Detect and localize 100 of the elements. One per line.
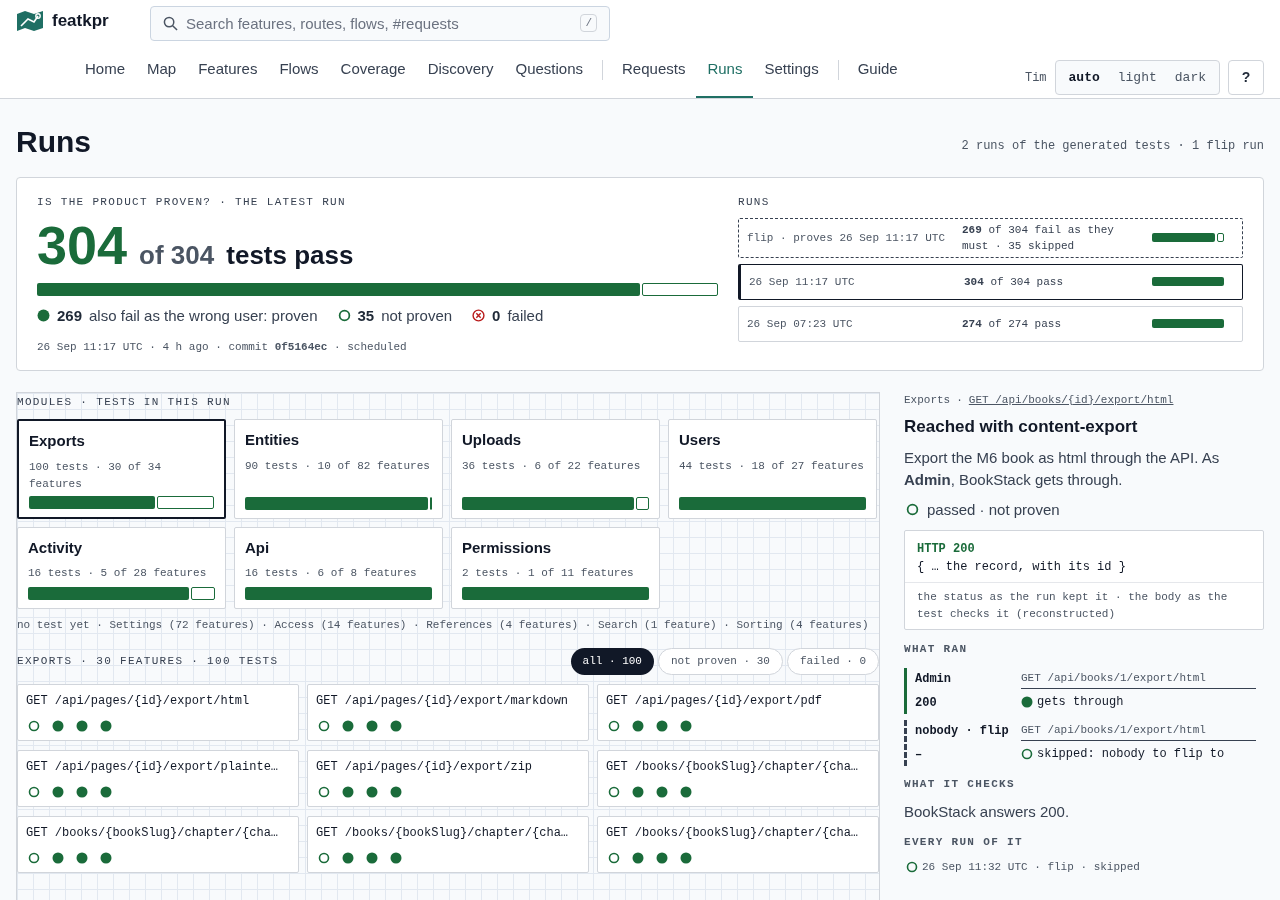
feature-card[interactable]: GET /api/pages/{id}/export/zip <box>307 749 589 807</box>
detail-description: Export the M6 book as html through the API. As Admin, BookStack gets through. <box>904 447 1221 490</box>
module-meta: 16 tests · 6 of 8 features <box>245 566 418 581</box>
feature-route: GET /api/pages/{id}/export/html <box>26 692 251 710</box>
run-result: 269 of 304 fail as they must · 35 skipped <box>962 222 1115 254</box>
section-heading: EVERY RUN OF IT <box>904 834 1024 850</box>
shortcut-key: / <box>580 13 597 33</box>
nav-tab[interactable]: Flows <box>268 42 330 98</box>
nav-tab[interactable]: Coverage <box>329 42 417 98</box>
stat-label: not proven <box>381 305 453 326</box>
stat-label: failed <box>507 305 544 326</box>
total-count: of 304 <box>139 238 215 272</box>
feature-route: GET /api/pages/{id}/export/plainte… <box>26 758 280 776</box>
module-name: Uploads <box>462 430 523 450</box>
search-input[interactable]: Search features, routes, flows, #requests <box>186 6 573 40</box>
feature-card[interactable]: GET /books/{bookSlug}/chapter/{cha… <box>307 815 589 873</box>
nav-tab[interactable]: Map <box>136 42 188 98</box>
nav-tab[interactable]: Runs <box>696 42 754 98</box>
run-row[interactable]: 26 Sep 11:17 UTC 304 of 304 pass <box>738 263 1243 300</box>
stat-count: 35 <box>357 305 375 326</box>
feature-route: GET /api/pages/{id}/export/markdown <box>316 692 570 710</box>
filter-chip[interactable]: all · 100 <box>570 647 654 675</box>
run-user: Admin <box>915 670 952 688</box>
section-heading: MODULES · TESTS IN THIS RUN <box>17 394 232 410</box>
module-meta: 36 tests · 6 of 22 features <box>462 458 642 474</box>
breadcrumb-module[interactable]: Exports <box>904 391 951 408</box>
run-outcome: gets through <box>1037 694 1124 711</box>
theme-option[interactable]: light <box>1108 61 1166 94</box>
request-line: GET /api/books/1/export/html <box>1021 721 1256 741</box>
theme-option[interactable]: dark <box>1165 61 1215 94</box>
theme-option[interactable]: auto <box>1059 61 1109 94</box>
module-meta: 100 tests · 30 of 34 features <box>29 459 163 492</box>
run-user: nobody · flip <box>915 722 1010 740</box>
run-meta: 26 Sep 11:17 UTC · 4 h ago · commit 0f5164ec · scheduled <box>37 340 408 355</box>
module-card[interactable]: Api 16 tests · 6 of 8 features <box>234 526 443 609</box>
feature-route: GET /api/pages/{id}/export/pdf <box>606 692 824 710</box>
detail-title: Reached with content-export <box>904 416 1139 438</box>
feature-card[interactable]: GET /api/pages/{id}/export/html <box>17 683 299 741</box>
progress-bar <box>1152 277 1224 286</box>
pass-label: tests pass <box>226 238 354 272</box>
section-heading: WHAT RAN <box>904 642 969 657</box>
check-description: BookStack answers 200. <box>904 802 1071 822</box>
module-name: Exports <box>29 431 86 451</box>
response-body: { … the record, with its id } <box>917 559 1127 576</box>
stat-label: also fail as the wrong user: proven <box>89 305 318 326</box>
run-time: 26 Sep 11:17 UTC <box>749 274 856 290</box>
module-card[interactable]: Users 44 tests · 18 of 27 features <box>668 419 877 519</box>
module-name: Users <box>679 430 722 450</box>
run-row[interactable]: flip · proves 26 Sep 11:17 UTC 269 of 304 fail as they must · 35 skipped <box>738 217 1243 258</box>
response-note: the status as the run kept it · the body as the test checks it (reconstructed) <box>916 590 1229 622</box>
run-row[interactable]: 26 Sep 07:23 UTC 274 of 274 pass <box>738 305 1243 342</box>
route-link[interactable]: GET /api/books/{id}/export/html <box>968 391 1174 408</box>
nav-tab[interactable]: Features <box>187 42 269 98</box>
module-meta: 44 tests · 18 of 27 features <box>679 458 865 474</box>
feature-card[interactable]: GET /api/pages/{id}/export/markdown <box>307 683 589 741</box>
nav-tab[interactable]: Questions <box>504 42 595 98</box>
status-label: passed · not proven <box>927 499 1060 520</box>
brand-name[interactable]: featkpr <box>52 8 109 34</box>
stat-count: 269 <box>57 305 83 326</box>
search-icon <box>163 15 178 31</box>
help-button[interactable]: ? <box>1228 60 1264 95</box>
history-entry: 26 Sep 11:32 UTC · flip · skipped <box>922 860 1140 875</box>
nav-tab[interactable]: Settings <box>753 42 830 98</box>
feature-card[interactable]: GET /api/pages/{id}/export/pdf <box>597 683 879 741</box>
feature-card[interactable]: GET /books/{bookSlug}/chapter/{cha… <box>17 815 299 873</box>
nav-tab[interactable]: Guide <box>846 42 909 98</box>
module-card[interactable]: Entities 90 tests · 10 of 82 features <box>234 419 443 519</box>
section-heading: EXPORTS · 30 FEATURES · 100 TESTS <box>17 653 279 669</box>
module-name: Permissions <box>462 537 553 558</box>
search-field[interactable]: Search features, routes, flows, #requests / <box>150 5 610 41</box>
feature-route: GET /books/{bookSlug}/chapter/{cha… <box>606 758 860 776</box>
run-result: 274 of 274 pass <box>962 316 1063 332</box>
run-time: 26 Sep 07:23 UTC <box>747 316 854 332</box>
run-time: flip · proves 26 Sep 11:17 UTC <box>747 230 947 246</box>
filter-chip[interactable]: failed · 0 <box>787 647 879 675</box>
breadcrumb-separator: · <box>956 392 963 408</box>
module-meta: 16 tests · 5 of 28 features <box>28 566 208 581</box>
stat-count: 0 <box>492 305 501 326</box>
module-card[interactable]: Activity 16 tests · 5 of 28 features <box>17 526 226 609</box>
module-card[interactable]: Permissions 2 tests · 1 of 11 features <box>451 526 660 609</box>
feature-card[interactable]: GET /books/{bookSlug}/chapter/{cha… <box>597 815 879 873</box>
section-heading: WHAT IT CHECKS <box>904 776 1016 792</box>
nav-tab[interactable]: Home <box>74 42 136 98</box>
http-status: HTTP 200 <box>917 541 976 558</box>
map-logo-icon <box>16 10 44 32</box>
module-name: Api <box>245 537 271 558</box>
feature-card[interactable]: GET /api/pages/{id}/export/plainte… <box>17 749 299 807</box>
filter-chip[interactable]: not proven · 30 <box>657 647 783 675</box>
nav-tab[interactable]: Discovery <box>416 42 505 98</box>
module-card[interactable]: Uploads 36 tests · 6 of 22 features <box>451 419 660 519</box>
feature-card[interactable]: GET /books/{bookSlug}/chapter/{cha… <box>597 749 879 807</box>
untested-modules: no test yet · Settings (72 features) · Access (14 features) · References (4 features) · Search (1 feature) · Sorting (4 features) <box>17 617 870 633</box>
module-meta: 2 tests · 1 of 11 features <box>462 566 635 581</box>
progress-bar <box>1152 233 1224 242</box>
section-heading: IS THE PRODUCT PROVEN? · THE LATEST RUN <box>37 195 347 210</box>
run-outcome: skipped: nobody to flip to <box>1037 746 1225 763</box>
nav-tab[interactable]: Requests <box>611 42 697 98</box>
request-line: GET /api/books/1/export/html <box>1021 669 1256 689</box>
module-card[interactable]: Exports 100 tests · 30 of 34 features <box>17 419 226 519</box>
section-heading: RUNS <box>738 195 771 210</box>
